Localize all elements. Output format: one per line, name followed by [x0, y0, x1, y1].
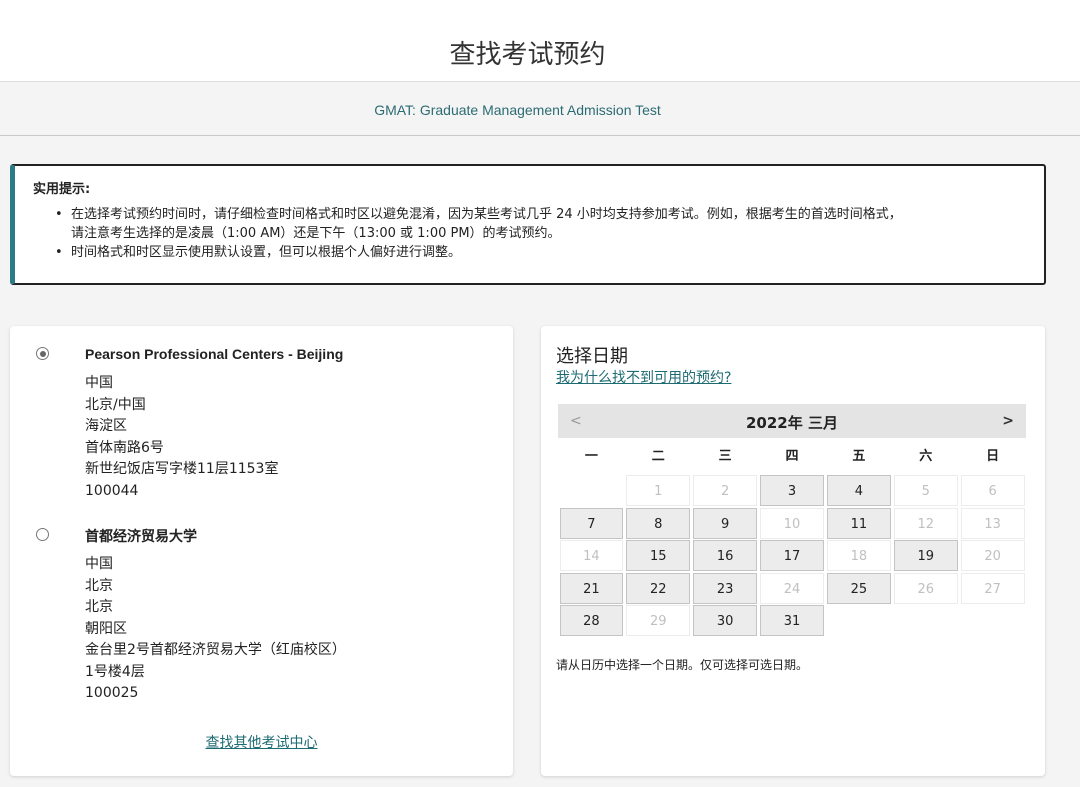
tip-text-continued: 请注意考生选择的是凌晨（1:00 AM）还是下午（13:00 或 1:00 PM… [71, 226, 561, 241]
exam-name-bar: GMAT: Graduate Management Admission Test [0, 83, 1080, 136]
tip-text: 在选择考试预约时间时，请仔细检查时间格式和时区以避免混淆，因为某些考试几乎 24… [71, 207, 902, 222]
weekday-label: 日 [986, 449, 1000, 464]
page-scroll-area [1070, 136, 1080, 787]
address-line: 北京/中国 [85, 396, 146, 413]
calendar-day-available[interactable]: 8 [626, 507, 691, 539]
weekday-label: 三 [718, 449, 732, 464]
calendar-week-row: 7 8 9 10 11 12 13 [558, 507, 1026, 541]
address-line: 中国 [85, 375, 113, 391]
calendar-day-available[interactable]: 31 [760, 605, 824, 636]
calendar-day-unavailable: 20 [960, 540, 1025, 571]
address-line: 金台里2号首都经济贸易大学（红庙校区） [85, 642, 346, 658]
weekday-label: 四 [785, 449, 799, 464]
address-line: 新世纪饭店写字楼11层1153室 [85, 461, 279, 477]
address-line: 北京 [85, 599, 113, 615]
address-line: 100044 [85, 482, 139, 499]
location-card: Pearson Professional Centers - Beijing 中… [10, 326, 513, 776]
calendar-day-available[interactable]: 19 [893, 540, 958, 571]
calendar-day-available[interactable]: 22 [626, 572, 691, 604]
page-title: 查找考试预约 [449, 40, 606, 70]
tips-list: 在选择考试预约时间时，请仔细检查时间格式和时区以避免混淆，因为某些考试几乎 24… [33, 205, 1026, 262]
location-address-2: 中国 北京 北京 朝阳区 金台里2号首都经济贸易大学（红庙校区） 1号楼4层 1… [85, 554, 346, 705]
calendar-empty-cell [894, 605, 958, 636]
address-line: 首体南路6号 [85, 439, 164, 456]
exam-name: GMAT: Graduate Management Admission Test [374, 102, 661, 118]
calendar-day-available[interactable]: 23 [693, 572, 758, 604]
address-line: 中国 [85, 556, 113, 572]
find-other-centers-link[interactable]: 查找其他考试中心 [10, 732, 513, 752]
calendar-day-unavailable: 26 [893, 572, 958, 604]
weekday-label: 五 [852, 449, 866, 464]
address-line: 朝阳区 [85, 620, 127, 637]
calendar-day-unavailable: 10 [760, 507, 824, 539]
calendar-day-available[interactable]: 3 [760, 475, 824, 506]
location-radio-1[interactable] [36, 347, 49, 360]
address-line: 100025 [85, 685, 139, 701]
calendar-day-available[interactable]: 4 [826, 475, 891, 506]
calendar-day-available[interactable]: 25 [826, 572, 891, 604]
calendar-week-row: 28 29 30 31 [558, 605, 1026, 638]
calendar-day-available[interactable]: 15 [626, 540, 691, 571]
calendar-week-row: 21 22 23 24 25 26 27 [558, 572, 1026, 606]
calendar-week-row: 14 15 16 17 18 19 20 [558, 540, 1026, 573]
calendar-day-unavailable: 18 [826, 540, 891, 571]
location-address-1: 中国 北京/中国 海淀区 首体南路6号 新世纪饭店写字楼11层1153室 100… [85, 373, 278, 502]
calendar-week-row: 123456 [558, 475, 1026, 508]
calendar-day-unavailable: 1 [626, 475, 691, 506]
calendar-day-unavailable: 29 [626, 605, 691, 636]
calendar-day-unavailable: 14 [559, 540, 624, 571]
weekday-label: 二 [651, 449, 665, 464]
calendar-day-available[interactable]: 9 [693, 507, 758, 539]
location-radio-2[interactable] [36, 528, 49, 541]
calendar-day-available[interactable]: 17 [760, 540, 824, 571]
calendar-day-available[interactable]: 16 [693, 540, 758, 571]
address-line: 海淀区 [85, 418, 127, 434]
tips-title: 实用提示: [33, 182, 91, 197]
calendar-day-available[interactable]: 30 [693, 605, 758, 636]
calendar-day-available[interactable]: 28 [559, 605, 624, 636]
weekday-label: 一 [584, 449, 598, 464]
address-line: 1号楼4层 [85, 663, 145, 680]
calendar-day-unavailable: 6 [960, 475, 1025, 506]
date-picker-title: 选择日期 [556, 346, 628, 367]
tip-item: 在选择考试预约时间时，请仔细检查时间格式和时区以避免混淆，因为某些考试几乎 24… [33, 205, 1026, 243]
calendar-day-unavailable: 2 [693, 475, 758, 506]
calendar-day-available[interactable]: 7 [559, 507, 624, 539]
next-month-button[interactable]: > [1002, 413, 1014, 429]
calendar-month-label: 2022年 三月 [746, 414, 838, 432]
weekday-header-row: 一二三四五六日 [558, 439, 1026, 475]
calendar-day-unavailable: 13 [960, 507, 1025, 539]
tips-box: 实用提示: 在选择考试预约时间时，请仔细检查时间格式和时区以避免混淆，因为某些考… [10, 164, 1046, 285]
page-header: 查找考试预约 [0, 0, 1080, 82]
tip-item: 时间格式和时区显示使用默认设置，但可以根据个人偏好进行调整。 [33, 243, 1026, 262]
calendar-grid: 一二三四五六日 1 2 3 4 5 6 7 8 9 10 11 12 13 14 15 16 17 18 19 20 2… [558, 439, 1026, 638]
location-name-2[interactable]: 首都经济贸易大学 [85, 526, 197, 546]
calendar-day-unavailable: 24 [760, 572, 824, 604]
calendar-instruction: 请从日历中选择一个日期。仅可选择可选日期。 [556, 658, 809, 672]
calendar-day-available[interactable]: 21 [559, 572, 624, 604]
why-no-appointment-link[interactable]: 我为什么找不到可用的预约? [556, 367, 731, 387]
date-picker-card: 选择日期 我为什么找不到可用的预约? < 2022年 三月 > 一二三四五六日 … [541, 326, 1045, 776]
calendar-day-available[interactable]: 11 [826, 507, 891, 539]
calendar-empty-cell [961, 605, 1025, 636]
calendar-header: < 2022年 三月 > [558, 404, 1026, 438]
calendar-empty-cell [560, 475, 624, 506]
calendar-day-unavailable: 12 [893, 507, 958, 539]
calendar-empty-cell [827, 605, 891, 636]
weekday-label: 六 [919, 449, 933, 464]
tip-text: 时间格式和时区显示使用默认设置，但可以根据个人偏好进行调整。 [71, 245, 462, 260]
location-name-1[interactable]: Pearson Professional Centers - Beijing [85, 346, 343, 362]
calendar-day-unavailable: 5 [893, 475, 958, 506]
address-line: 北京 [85, 577, 113, 594]
calendar-day-unavailable: 27 [960, 572, 1025, 604]
